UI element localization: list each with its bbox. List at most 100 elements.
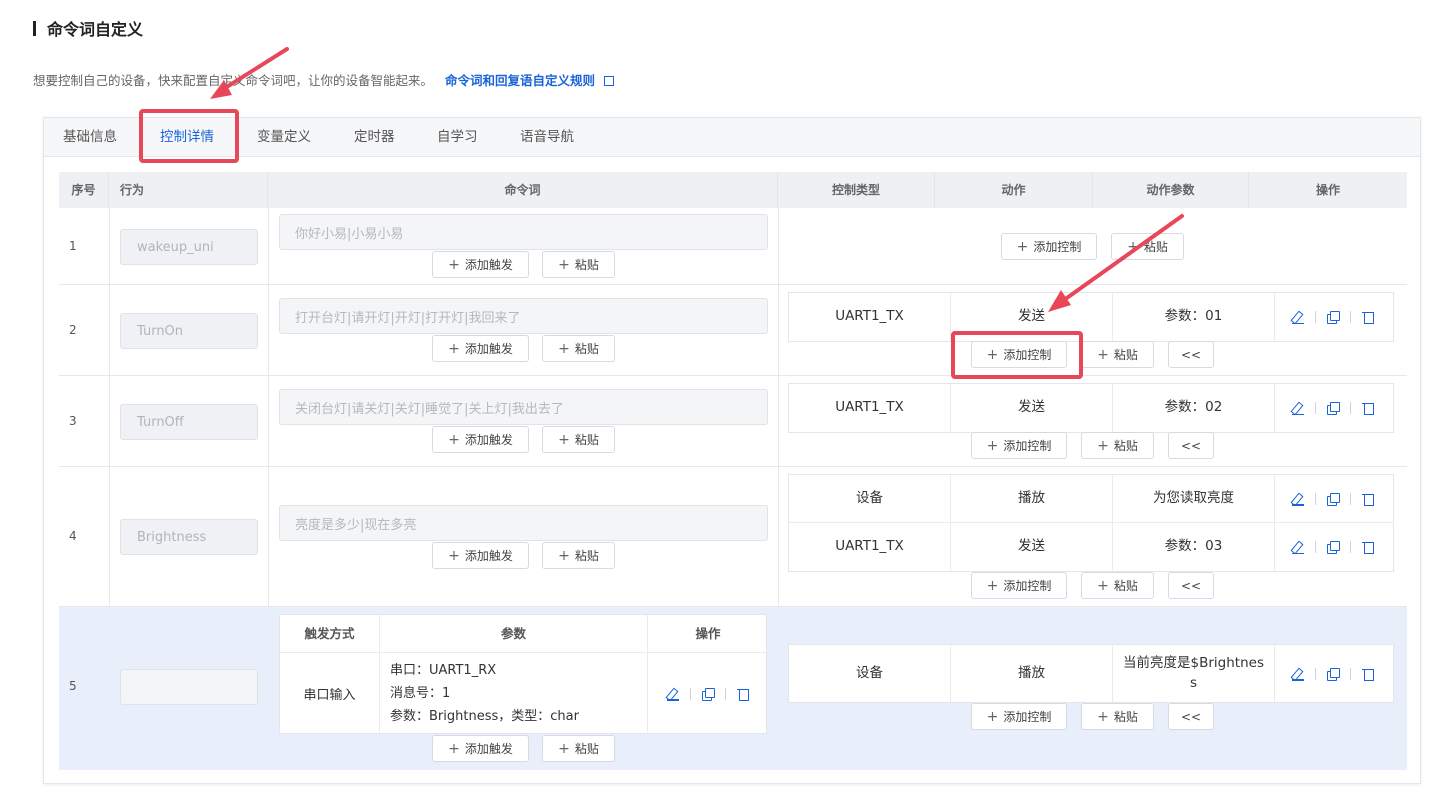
row-index: 4 (69, 529, 77, 543)
copy-icon[interactable] (701, 687, 715, 701)
copy-icon[interactable] (1326, 540, 1340, 554)
behavior-input[interactable]: wakeup_uni (120, 229, 258, 265)
plus-icon: + (1127, 238, 1139, 255)
plus-icon: + (558, 740, 570, 757)
paste-control-button[interactable]: + 粘贴 (1081, 572, 1154, 599)
copy-icon[interactable] (1326, 667, 1340, 681)
paste-button[interactable]: + 粘贴 (542, 735, 615, 762)
control-action: 发送 (951, 523, 1113, 571)
edit-icon[interactable] (1291, 310, 1305, 324)
delete-icon[interactable] (1361, 540, 1375, 554)
plus-icon: + (448, 431, 460, 448)
external-link-icon[interactable] (604, 76, 614, 86)
trigger-col-mode: 触发方式 (280, 615, 380, 653)
copy-icon[interactable] (1326, 401, 1340, 415)
plus-icon: + (1097, 346, 1109, 363)
paste-button[interactable]: + 粘贴 (542, 542, 615, 569)
table-row: 1 wakeup_uni 你好小易|小易小易 + 添加触发 + 粘贴 + 添加控制 +… (59, 208, 1407, 285)
add-control-button[interactable]: + 添加控制 (971, 703, 1067, 730)
edit-icon[interactable] (666, 687, 680, 701)
col-behavior: 行为 (109, 172, 268, 208)
delete-icon[interactable] (1361, 492, 1375, 506)
control-row: 设备 播放 为您读取亮度 (789, 475, 1393, 523)
paste-control-button[interactable]: + 粘贴 (1081, 432, 1154, 459)
tab-basic-info[interactable]: 基础信息 (63, 118, 117, 157)
edit-icon[interactable] (1291, 667, 1305, 681)
collapse-button[interactable]: << (1168, 572, 1214, 599)
control-action: 发送 (951, 293, 1113, 341)
tab-voice-navigation[interactable]: 语音导航 (520, 118, 574, 157)
control-row: UART1_TX 发送 参数：01 (789, 293, 1393, 341)
edit-icon[interactable] (1291, 540, 1305, 554)
add-trigger-button[interactable]: + 添加触发 (432, 335, 529, 362)
control-box: UART1_TX 发送 参数：02 (788, 383, 1394, 433)
add-control-button[interactable]: + 添加控制 (971, 572, 1067, 599)
col-action-param: 动作参数 (1093, 172, 1249, 208)
behavior-input[interactable]: TurnOn (120, 313, 258, 349)
row-operations (1273, 384, 1393, 432)
tab-self-learning[interactable]: 自学习 (437, 118, 478, 157)
row-operations (1273, 475, 1393, 522)
plus-icon: + (986, 437, 999, 454)
control-type: UART1_TX (789, 523, 951, 571)
add-control-button[interactable]: + 添加控制 (1001, 233, 1097, 260)
paste-button[interactable]: + 粘贴 (542, 426, 615, 453)
row-operations (1273, 293, 1393, 341)
command-input[interactable]: 亮度是多少|现在多亮 (279, 505, 768, 541)
edit-icon[interactable] (1291, 401, 1305, 415)
rules-link[interactable]: 命令词和回复语自定义规则 (445, 73, 595, 88)
tab-timer[interactable]: 定时器 (354, 118, 395, 157)
control-box: 设备 播放 当前亮度是$Brightness (788, 644, 1394, 703)
paste-control-button[interactable]: + 粘贴 (1111, 233, 1184, 260)
plus-icon: + (558, 340, 570, 357)
trigger-operations (648, 653, 768, 734)
plus-icon: + (986, 708, 999, 725)
delete-icon[interactable] (736, 687, 750, 701)
edit-icon[interactable] (1291, 492, 1305, 506)
control-param: 参数：01 (1113, 293, 1275, 341)
behavior-input[interactable]: TurnOff (120, 404, 258, 440)
delete-icon[interactable] (1361, 401, 1375, 415)
paste-control-button[interactable]: + 粘贴 (1081, 341, 1154, 368)
collapse-button[interactable]: << (1168, 341, 1214, 368)
copy-icon[interactable] (1326, 310, 1340, 324)
title-bar-marker (33, 20, 36, 36)
trigger-mode: 串口输入 (280, 653, 380, 734)
command-input[interactable]: 打开台灯|请开灯|开灯|打开灯|我回来了 (279, 298, 768, 334)
row-index: 5 (69, 679, 77, 693)
trigger-col-ops: 操作 (648, 615, 768, 653)
paste-control-button[interactable]: + 粘贴 (1081, 703, 1154, 730)
add-control-button[interactable]: + 添加控制 (971, 341, 1067, 368)
add-trigger-button[interactable]: + 添加触发 (432, 542, 529, 569)
copy-icon[interactable] (1326, 492, 1340, 506)
command-input[interactable]: 关闭台灯|请关灯|关灯|睡觉了|关上灯|我出去了 (279, 389, 768, 425)
col-operation: 操作 (1315, 183, 1340, 197)
add-trigger-button[interactable]: + 添加触发 (432, 735, 529, 762)
table-header: 序号 行为 命令词 控制类型 动作 动作参数 操作 (59, 172, 1407, 208)
delete-icon[interactable] (1361, 310, 1375, 324)
tab-variable-definition[interactable]: 变量定义 (257, 118, 311, 157)
plus-icon: + (448, 256, 460, 273)
add-trigger-button[interactable]: + 添加触发 (432, 426, 529, 453)
paste-button[interactable]: + 粘贴 (542, 251, 615, 278)
tab-control-details[interactable]: 控制详情 (160, 118, 214, 157)
behavior-input[interactable] (120, 669, 258, 705)
row-index: 2 (69, 323, 77, 337)
behavior-input[interactable]: Brightness (120, 519, 258, 555)
control-action: 发送 (951, 384, 1113, 432)
page-title: 命令词自定义 (47, 20, 144, 39)
control-type: 设备 (789, 645, 951, 702)
control-param: 为您读取亮度 (1113, 475, 1275, 522)
control-type: 设备 (789, 475, 951, 522)
collapse-button[interactable]: << (1168, 432, 1214, 459)
col-control-type: 控制类型 (778, 172, 935, 208)
delete-icon[interactable] (1361, 667, 1375, 681)
command-input[interactable]: 你好小易|小易小易 (279, 214, 768, 250)
add-trigger-button[interactable]: + 添加触发 (432, 251, 529, 278)
control-action: 播放 (951, 645, 1113, 702)
collapse-button[interactable]: << (1168, 703, 1214, 730)
add-control-button[interactable]: + 添加控制 (971, 432, 1067, 459)
control-type: UART1_TX (789, 293, 951, 341)
trigger-table: 触发方式 参数 操作 串口输入 串口：UART1_RX 消息号：1 参数：Bri… (279, 614, 768, 734)
paste-button[interactable]: + 粘贴 (542, 335, 615, 362)
